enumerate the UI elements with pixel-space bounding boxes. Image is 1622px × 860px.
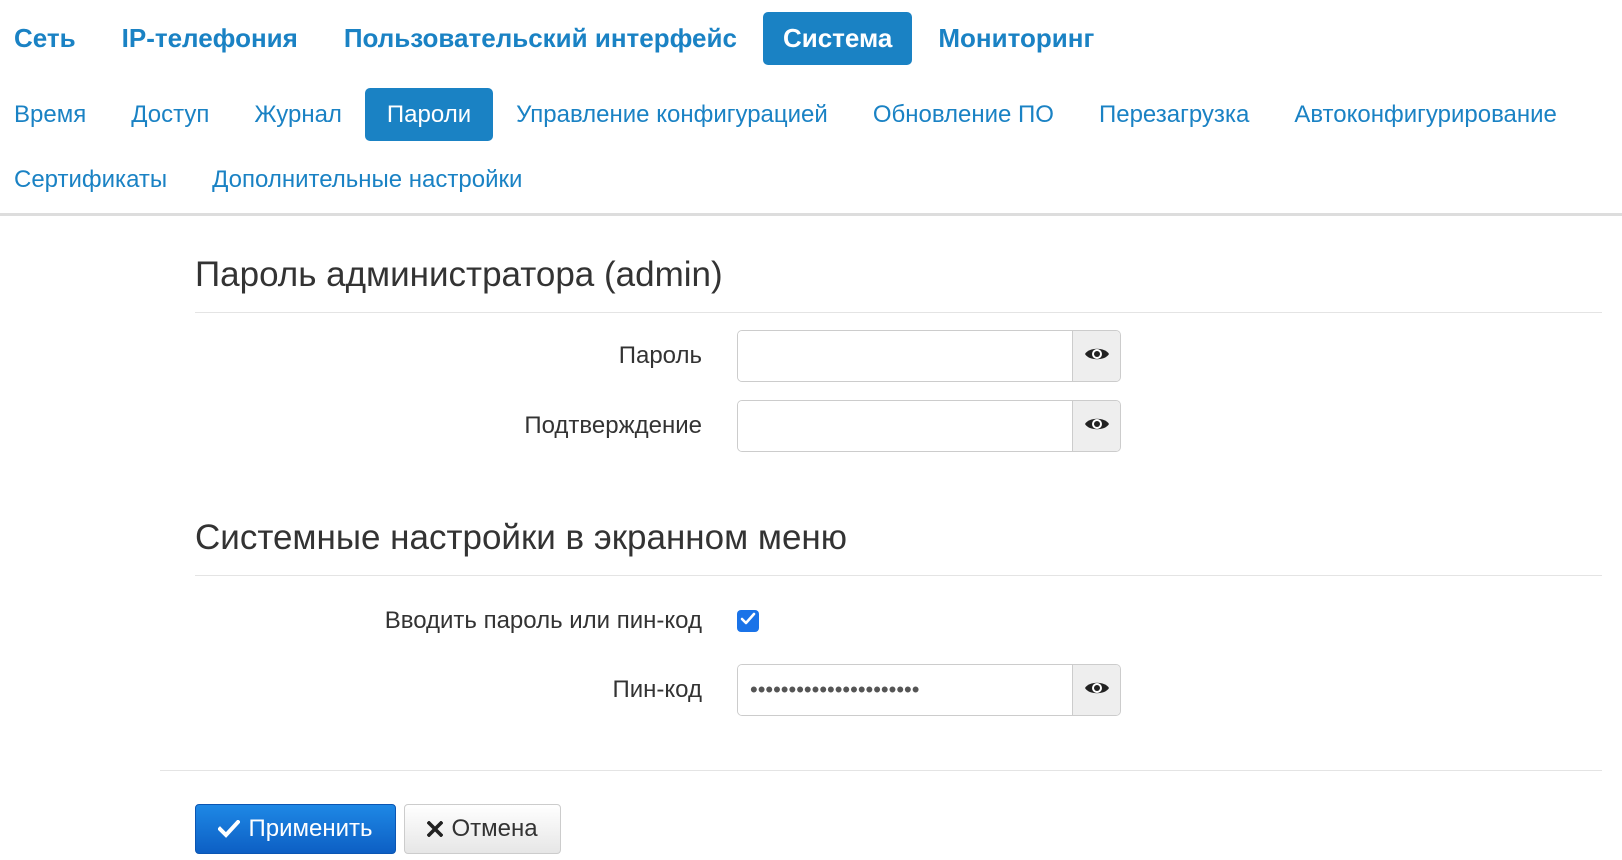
require-pin-row: Вводить пароль или пин-код <box>0 595 1622 647</box>
password-input-group <box>737 330 1121 382</box>
nav-sub-advanced-settings[interactable]: Дополнительные настройки <box>190 153 544 206</box>
main-navigation: Сеть IP-телефония Пользовательский интер… <box>0 0 1622 80</box>
check-icon <box>218 820 241 838</box>
apply-button-label: Применить <box>248 815 373 842</box>
footer-rule <box>160 770 1602 771</box>
confirm-input[interactable] <box>738 401 1072 451</box>
nav-main-monitoring[interactable]: Мониторинг <box>918 12 1114 65</box>
nav-main-system[interactable]: Система <box>762 12 913 65</box>
password-input[interactable] <box>738 331 1072 381</box>
nav-sub-autoprovisioning[interactable]: Автоконфигурирование <box>1272 88 1579 141</box>
times-icon <box>427 821 444 837</box>
require-pin-label: Вводить пароль или пин-код <box>384 607 702 634</box>
nav-divider <box>0 213 1622 216</box>
osd-section-rule <box>195 575 1602 576</box>
require-pin-checkbox[interactable] <box>737 610 759 632</box>
eye-icon <box>1084 345 1110 368</box>
confirm-show-button[interactable] <box>1072 401 1120 451</box>
password-show-button[interactable] <box>1072 331 1120 381</box>
confirm-label: Подтверждение <box>524 412 702 439</box>
pin-input[interactable] <box>738 665 1072 715</box>
osd-section-title: Системные настройки в экранном меню <box>195 518 847 557</box>
apply-button[interactable]: Применить <box>195 804 396 854</box>
pin-label: Пин-код <box>612 676 703 703</box>
nav-main-network[interactable]: Сеть <box>0 12 96 65</box>
nav-sub-firmware-update[interactable]: Обновление ПО <box>851 88 1076 141</box>
sub-navigation: Время Доступ Журнал Пароли Управление ко… <box>0 88 1622 206</box>
cancel-button-label: Отмена <box>451 815 538 842</box>
nav-main-user-interface[interactable]: Пользовательский интерфейс <box>324 12 757 65</box>
admin-section-title: Пароль администратора (admin) <box>195 255 723 294</box>
nav-sub-passwords[interactable]: Пароли <box>364 88 494 141</box>
nav-sub-access[interactable]: Доступ <box>109 88 231 141</box>
password-label: Пароль <box>618 342 702 369</box>
pin-show-button[interactable] <box>1072 665 1120 715</box>
password-row: Пароль <box>0 330 1622 382</box>
pin-input-group <box>737 664 1121 716</box>
confirm-input-group <box>737 400 1121 452</box>
eye-icon <box>1084 415 1110 438</box>
nav-sub-time[interactable]: Время <box>0 88 108 141</box>
nav-main-ip-telephony[interactable]: IP-телефония <box>102 12 318 65</box>
nav-sub-certificates[interactable]: Сертификаты <box>0 153 189 206</box>
admin-section-rule <box>195 312 1602 313</box>
pin-row: Пин-код <box>0 664 1622 716</box>
eye-icon <box>1084 679 1110 702</box>
nav-sub-config-management[interactable]: Управление конфигурацией <box>494 88 850 141</box>
cancel-button[interactable]: Отмена <box>404 804 561 854</box>
confirm-row: Подтверждение <box>0 400 1622 452</box>
nav-sub-reboot[interactable]: Перезагрузка <box>1077 88 1271 141</box>
nav-sub-log[interactable]: Журнал <box>232 88 364 141</box>
checkmark-icon <box>740 612 756 631</box>
